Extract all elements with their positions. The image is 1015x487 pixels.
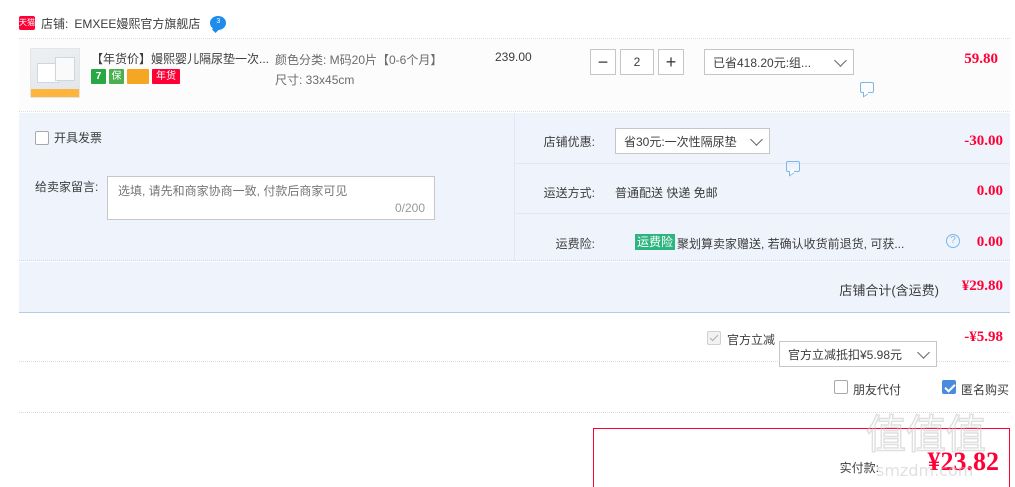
shop-coupon-amount: -30.00 [964, 133, 1003, 149]
official-discount-checkbox [707, 331, 721, 345]
insurance-tag: 运费险 [635, 234, 676, 250]
item-discount-value: 已省418.20元:组... [713, 55, 812, 70]
invoice-label: 开具发票 [54, 131, 103, 145]
message-icon[interactable] [860, 82, 874, 93]
invoice-checkbox[interactable] [35, 130, 49, 145]
item-discount-select[interactable]: 已省418.20元:组... [704, 49, 854, 75]
invoice-option[interactable]: 开具发票 [35, 129, 102, 146]
qty-input[interactable] [620, 49, 654, 75]
shipping-amount: 0.00 [976, 183, 1003, 199]
watermark-url: smzdm.com [876, 461, 973, 480]
shop-total-label: 店铺合计(含运费) [839, 283, 939, 298]
message-icon[interactable] [786, 161, 800, 172]
message-char-count: 0/200 [394, 201, 425, 215]
seller-message-field[interactable]: 0/200 [107, 176, 435, 220]
official-discount-label: 官方立减 [727, 333, 776, 347]
shop-coupon-label: 店铺优惠: [543, 135, 595, 149]
friend-pay-checkbox[interactable] [834, 380, 848, 394]
qty-minus-button[interactable]: − [590, 49, 616, 75]
official-discount-value: 官方立减抵扣¥5.98元 [788, 347, 903, 362]
watermark-logo: 值值值 smzdm.com [865, 411, 987, 480]
seller-message-label: 给卖家留言: [35, 180, 99, 194]
shop-total-amount: ¥29.80 [961, 278, 1003, 294]
seller-message-input[interactable] [108, 177, 434, 219]
item-subtotal: 59.80 [964, 51, 998, 67]
official-discount-amount: -¥5.98 [964, 329, 1003, 345]
shop-name-link[interactable]: EMXEE嫚熙官方旗舰店 [74, 15, 200, 32]
qty-plus-button[interactable]: + [658, 49, 684, 75]
insurance-label: 运费险: [555, 237, 595, 251]
shop-coupon-select[interactable]: 省30元:一次性隔尿垫 [615, 128, 770, 154]
product-badges: 7 保 年货 [91, 69, 180, 84]
chevron-down-icon [917, 346, 930, 359]
insurance-description: 聚划算卖家赠送, 若确认收货前退货, 可获... [677, 237, 905, 251]
shop-coupon-value: 省30元:一次性隔尿垫 [624, 134, 737, 149]
watermark-text: 值值值 [866, 412, 986, 458]
chat-bubble-icon[interactable]: 3 [210, 16, 227, 30]
friend-pay-label[interactable]: 朋友代付 [853, 381, 901, 398]
insurance-amount: 0.00 [976, 234, 1003, 250]
credit-card-icon [127, 69, 149, 84]
quantity-stepper: − + [590, 49, 684, 75]
chevron-down-icon [834, 54, 847, 67]
shop-total-row: 店铺合计(含运费) ¥29.80 [19, 262, 1010, 313]
sku-color: 颜色分类: M码20片【0-6个月】 [275, 53, 443, 67]
guarantee-icon: 保 [109, 69, 124, 84]
product-title-link[interactable]: 【年货价】嫚熙婴儿隔尿垫一次... [91, 50, 271, 67]
shop-header: 天猫 店铺: EMXEE嫚熙官方旗舰店 3 [19, 14, 227, 32]
official-discount-row: 官方立减 官方立减抵扣¥5.98元 -¥5.98 [19, 314, 1010, 367]
shipping-label: 运送方式: [543, 186, 595, 200]
seven-day-return-icon: 7 [91, 69, 106, 84]
shipping-method: 普通配送 快递 免邮 [615, 186, 718, 200]
tmall-icon: 天猫 [19, 16, 35, 30]
new-year-badge: 年货 [152, 69, 180, 84]
cart-item-row: 【年货价】嫚熙婴儿隔尿垫一次... 7 保 年货 颜色分类: M码20片【0-6… [19, 38, 1010, 112]
chevron-down-icon [750, 133, 763, 146]
order-options-panel: 开具发票 给卖家留言: 0/200 店铺优惠: 省30元:一次性隔尿垫 -30.… [19, 113, 1010, 302]
anonymous-label[interactable]: 匿名购买 [961, 381, 1009, 398]
chat-badge-count: 3 [216, 18, 221, 25]
product-thumbnail[interactable] [30, 48, 80, 98]
shop-label: 店铺: [41, 16, 69, 31]
unit-price: 239.00 [495, 50, 532, 64]
sku-info: 颜色分类: M码20片【0-6个月】 尺寸: 33x45cm [275, 50, 442, 90]
anonymous-checkbox[interactable] [942, 380, 956, 394]
help-icon[interactable]: ? [946, 234, 960, 248]
sku-size: 尺寸: 33x45cm [275, 73, 355, 87]
